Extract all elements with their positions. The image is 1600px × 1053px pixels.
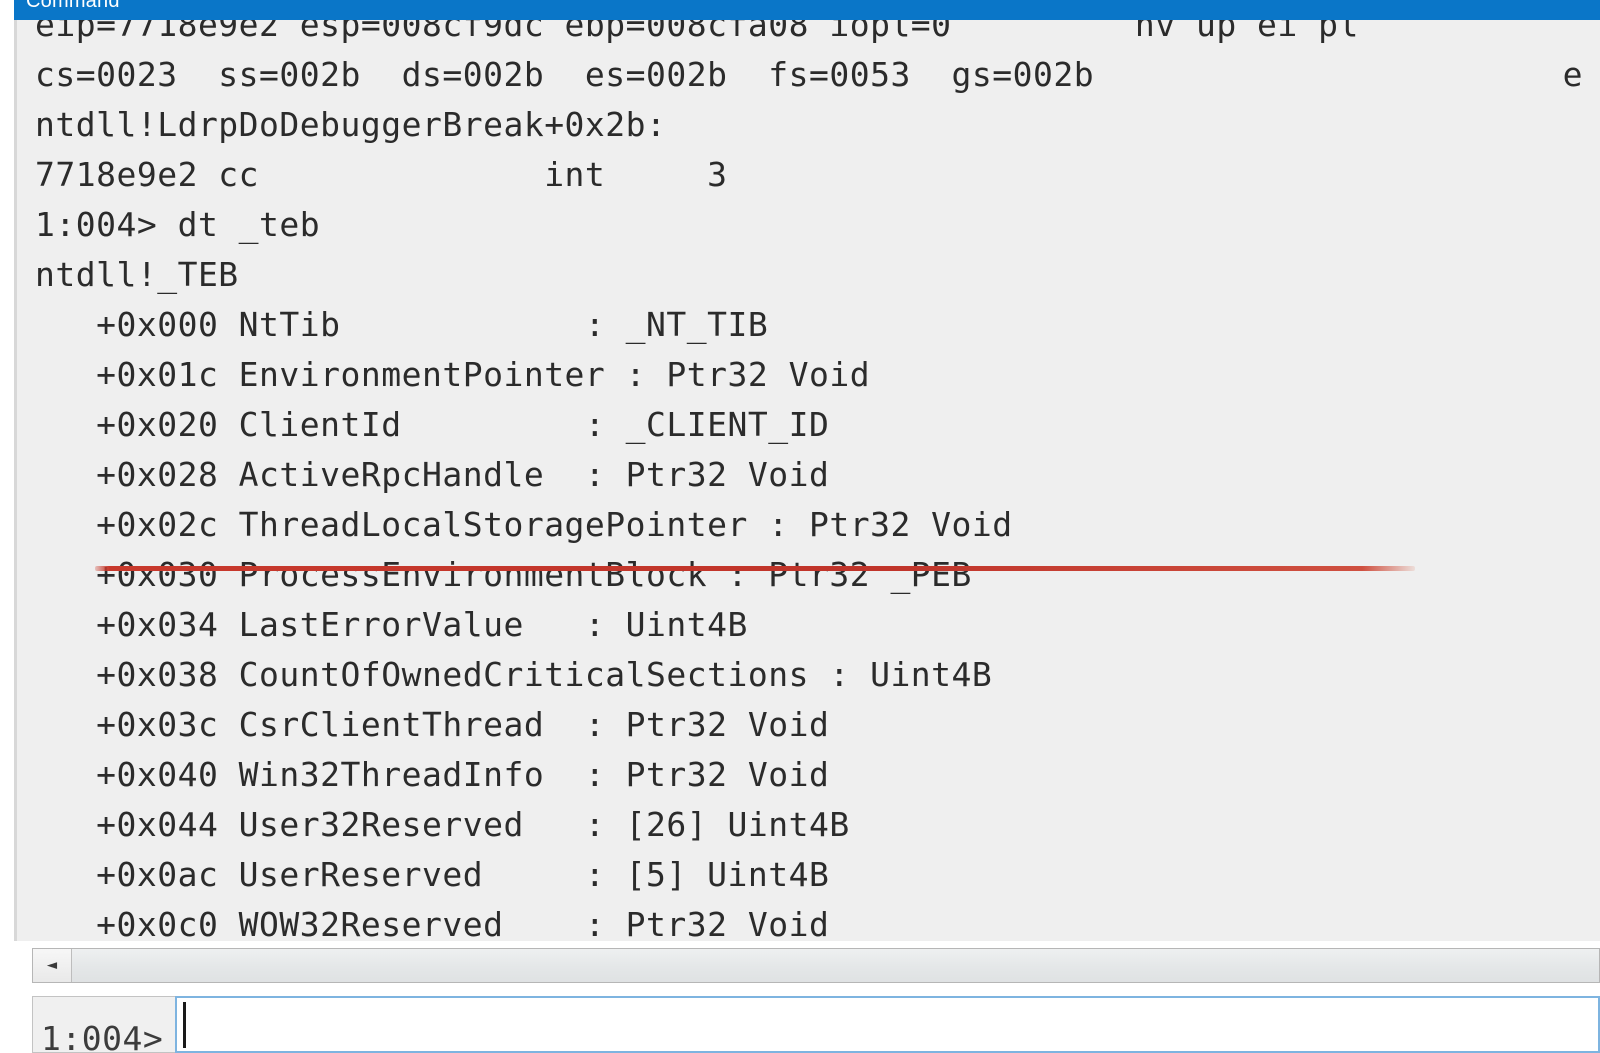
output-line: ntdll!_TEB	[35, 255, 239, 294]
output-line: +0x038 CountOfOwnedCriticalSections : Ui…	[35, 655, 993, 694]
command-output-pane[interactable]: eip=7718e9e2 esp=008cf9dc ebp=008cfa08 i…	[14, 20, 1600, 941]
output-line: +0x034 LastErrorValue : Uint4B	[35, 605, 748, 644]
output-line: +0x030 ProcessEnvironmentBlock : Ptr32 _…	[35, 555, 972, 594]
output-line: +0x020 ClientId : _CLIENT_ID	[35, 405, 830, 444]
pane-divider	[0, 983, 1600, 995]
output-line: +0x01c EnvironmentPointer : Ptr32 Void	[35, 355, 871, 394]
triangle-left-icon: ◄	[46, 955, 58, 975]
command-prompt-label: 1:004>	[41, 1019, 164, 1053]
output-line: +0x040 Win32ThreadInfo : Ptr32 Void	[35, 755, 830, 794]
output-line: +0x02c ThreadLocalStoragePointer : Ptr32…	[35, 505, 1013, 544]
scroll-left-button[interactable]: ◄	[33, 949, 72, 982]
output-line: +0x028 ActiveRpcHandle : Ptr32 Void	[35, 455, 830, 494]
output-line: +0x044 User32Reserved : [26] Uint4B	[35, 805, 850, 844]
windbg-command-window: Command eip=7718e9e2 esp=008cf9dc ebp=00…	[0, 0, 1600, 1053]
command-prompt-label-box: 1:004>	[32, 996, 175, 1053]
command-input-row: 1:004>	[32, 996, 1600, 1053]
output-line: ntdll!LdrpDoDebuggerBreak+0x2b:	[35, 105, 667, 144]
window-title: Command	[26, 0, 120, 12]
output-line: +0x000 NtTib : _NT_TIB	[35, 305, 769, 344]
output-line: cs=0023 ss=002b ds=002b es=002b fs=0053 …	[35, 55, 1583, 94]
output-line: 7718e9e2 cc int 3	[35, 155, 728, 194]
text-caret	[183, 1002, 186, 1048]
window-titlebar[interactable]: Command	[14, 0, 1600, 20]
command-input-field[interactable]	[175, 996, 1600, 1053]
output-line: 1:004> dt _teb	[35, 205, 321, 244]
output-line: +0x0ac UserReserved : [5] Uint4B	[35, 855, 830, 894]
command-output-text: eip=7718e9e2 esp=008cf9dc ebp=008cfa08 i…	[17, 20, 1600, 941]
horizontal-scrollbar[interactable]: ◄	[32, 948, 1600, 983]
scrollbar-track[interactable]	[72, 949, 1599, 982]
output-line: +0x03c CsrClientThread : Ptr32 Void	[35, 705, 830, 744]
red-underline-annotation	[95, 566, 1415, 571]
output-line: +0x0c0 WOW32Reserved : Ptr32 Void	[35, 905, 830, 942]
output-line: eip=7718e9e2 esp=008cf9dc ebp=008cfa08 i…	[35, 20, 1359, 44]
